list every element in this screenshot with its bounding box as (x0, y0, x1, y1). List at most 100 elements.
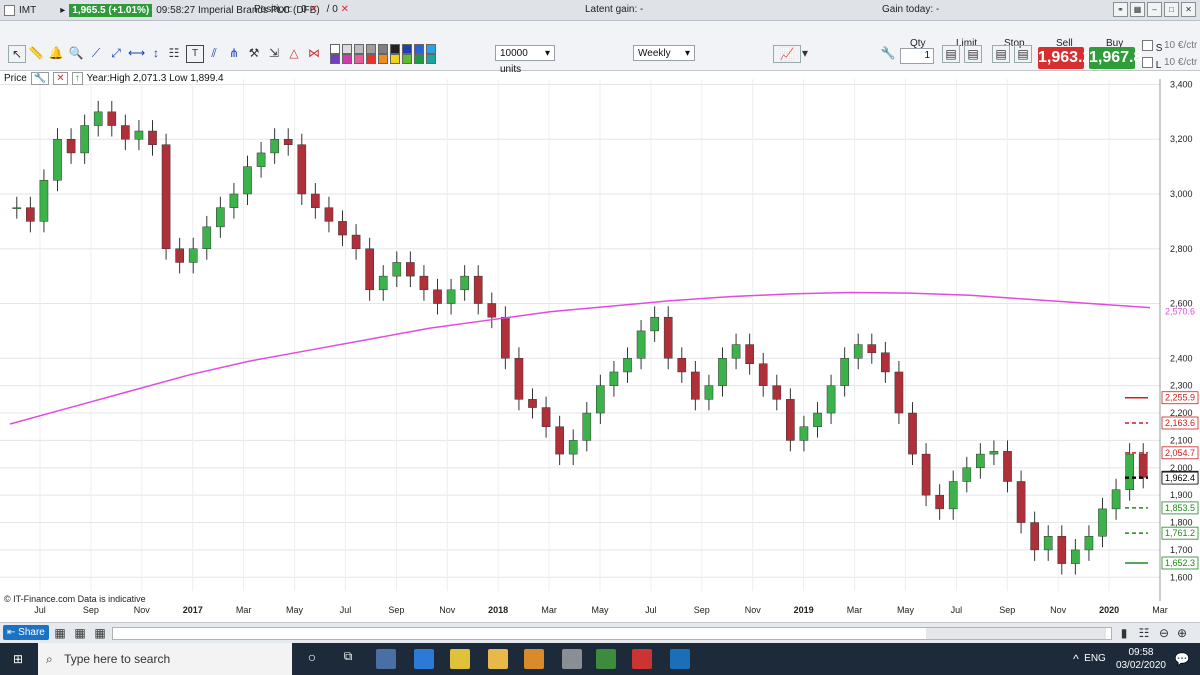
system-clock[interactable]: 09:58 03/02/2020 (1116, 646, 1166, 672)
candle (134, 130, 144, 140)
candle (786, 399, 795, 441)
indicator-icon[interactable]: ▦ (92, 625, 108, 641)
color-swatch[interactable] (378, 54, 388, 64)
zoom-in-icon[interactable]: ⊕ (1174, 625, 1190, 641)
ray-icon[interactable]: ⤢ (108, 45, 124, 61)
media-icon[interactable] (524, 649, 544, 669)
minimize-button[interactable]: – (1147, 2, 1162, 17)
zoom-icon[interactable]: 🔍 (68, 45, 84, 61)
pitchfork-icon[interactable]: ⋔ (226, 45, 242, 61)
color-swatch[interactable] (390, 44, 400, 54)
sell-button[interactable]: 1,963.2 (1038, 47, 1091, 69)
language-indicator[interactable]: ENG (1084, 651, 1106, 667)
stop-buy-icon[interactable]: ▤ (1014, 45, 1032, 63)
up-arrow-icon[interactable]: ↑ (71, 72, 83, 85)
triangle-icon[interactable]: △ (286, 45, 302, 61)
taskbar-search[interactable]: ⌕ Type here to search (38, 643, 292, 675)
color-swatch[interactable] (402, 54, 412, 64)
color-swatch[interactable] (426, 54, 436, 64)
windows-start-icon[interactable]: ⊞ (10, 651, 26, 667)
candle (26, 207, 35, 222)
task-view-icon[interactable]: ⧉ (338, 649, 358, 669)
measure-icon[interactable]: ⇲ (266, 45, 282, 61)
store-icon[interactable] (596, 649, 616, 669)
app-icon[interactable] (562, 649, 582, 669)
color-swatch[interactable] (342, 54, 352, 64)
stop-sell-icon[interactable]: ▤ (992, 45, 1010, 63)
units-select[interactable]: 10000 units ▾ (495, 45, 555, 75)
s-box[interactable]: 10 €/ctr (1164, 40, 1197, 51)
zoom-out-icon[interactable]: ⊖ (1156, 625, 1172, 641)
period-select[interactable]: Weekly ▾ (633, 45, 695, 61)
close-icon[interactable]: ✕ (53, 72, 68, 85)
color-swatch[interactable] (366, 44, 376, 54)
candle (799, 426, 809, 441)
qty-input[interactable]: 1 (900, 48, 934, 64)
wrench-icon[interactable]: 🔧 (880, 45, 896, 61)
cursor-icon[interactable]: ↖ (8, 45, 26, 63)
horizontal-line-icon[interactable]: ⟷ (128, 45, 145, 61)
limit-sell-icon[interactable]: ▤ (942, 45, 960, 63)
chevron-down-icon[interactable]: ▾ (800, 45, 810, 61)
l-checkbox[interactable]: L (1142, 57, 1161, 71)
share-button[interactable]: ⇤ Share (3, 625, 49, 640)
grid-icon[interactable]: ▦ (72, 625, 88, 641)
text-icon[interactable]: T (186, 45, 204, 63)
chart-type-icon[interactable]: 📈 (773, 45, 801, 63)
ruler-icon[interactable]: 📏 (28, 45, 44, 61)
scrollbar-thumb[interactable] (926, 628, 1106, 639)
settings-icon[interactable]: 🔧 (30, 72, 50, 85)
cortana-icon[interactable]: ○ (302, 649, 322, 669)
wave-icon[interactable]: ⋈ (306, 45, 322, 61)
color-swatch[interactable] (378, 44, 388, 54)
maximize-button[interactable]: □ (1164, 2, 1179, 17)
candle (351, 234, 361, 250)
chart-scrollbar[interactable] (112, 627, 1112, 640)
color-swatch[interactable] (330, 54, 340, 64)
position-display: Position: 0 ✕ / 0 ✕ (254, 4, 349, 15)
alert-bell-icon[interactable]: 🔔 (48, 45, 64, 61)
color-swatch[interactable] (354, 44, 364, 54)
color-swatch[interactable] (342, 44, 352, 54)
color-swatch[interactable] (414, 54, 424, 64)
remote-icon[interactable] (670, 649, 690, 669)
color-swatch[interactable] (402, 44, 412, 54)
price-chart[interactable]: 3,400 3,200 3,000 2,800 2,600 2,400 2,300 2,200… (0, 71, 1200, 621)
layout-icon[interactable]: ▦ (52, 625, 68, 641)
tray-chevron-icon[interactable]: ^ (1068, 651, 1084, 667)
channel-icon[interactable]: ⫽ (206, 45, 222, 61)
price-label: Price (4, 73, 27, 84)
candle (1098, 508, 1107, 537)
close-button[interactable]: ✕ (1181, 2, 1196, 17)
hammer-icon[interactable]: ⚒ (246, 45, 262, 61)
color-swatch[interactable] (354, 54, 364, 64)
candle (53, 138, 62, 181)
vertical-line-icon[interactable]: ↕ (148, 45, 164, 61)
l-box[interactable]: 10 €/ctr (1164, 57, 1197, 68)
fibonacci-icon[interactable]: ☷ (166, 45, 182, 61)
notification-icon[interactable]: 💬 (1174, 651, 1190, 667)
color-swatch[interactable] (426, 44, 436, 54)
chevron-down-icon: ▾ (684, 48, 690, 59)
x-tick-label: Mar (541, 605, 557, 615)
color-swatch[interactable] (414, 44, 424, 54)
color-swatch[interactable] (330, 44, 340, 54)
candle-icon[interactable]: ▮ (1116, 625, 1132, 641)
chevron-icon[interactable]: ▸ (60, 5, 65, 16)
chart-lines-icon[interactable]: ☷ (1136, 625, 1152, 641)
chrome-icon[interactable] (450, 649, 470, 669)
select-checkbox[interactable] (4, 4, 15, 16)
link-icon[interactable]: ⚭ (1113, 2, 1128, 17)
candle (853, 344, 863, 359)
grid-icon[interactable]: ▦ (1130, 2, 1145, 17)
edge-icon[interactable] (414, 649, 434, 669)
s-checkbox[interactable]: S (1142, 40, 1162, 54)
file-explorer-icon[interactable] (488, 649, 508, 669)
trading-app-icon[interactable] (632, 649, 652, 669)
line-icon[interactable]: ⟋ (88, 45, 104, 61)
mail-icon[interactable] (376, 649, 396, 669)
color-swatch[interactable] (390, 54, 400, 64)
buy-button[interactable]: 1,967.8 (1089, 47, 1142, 69)
limit-buy-icon[interactable]: ▤ (964, 45, 982, 63)
color-swatch[interactable] (366, 54, 376, 64)
